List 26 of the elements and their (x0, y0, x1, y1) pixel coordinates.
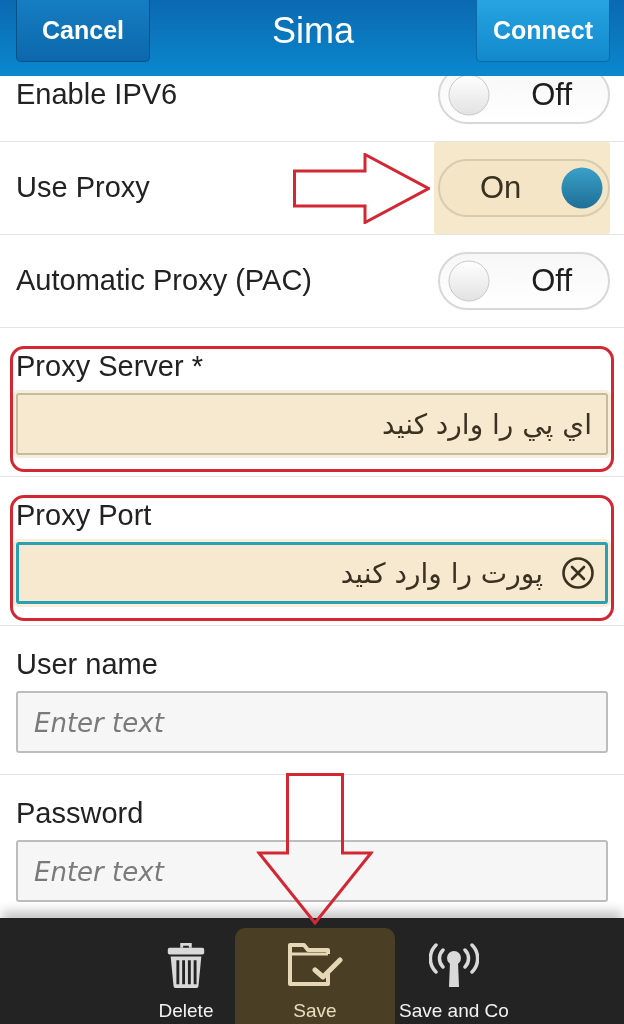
input-field[interactable]: اي پي را وارد كنيد (16, 393, 608, 455)
input-field[interactable]: Enter text (16, 691, 608, 753)
field-label: Password (16, 796, 145, 830)
input-field[interactable]: پورت را وارد كنيد (16, 542, 608, 604)
toggle-switch[interactable]: Off (438, 76, 610, 124)
save-and-connect-button[interactable]: Save and Co (395, 928, 513, 1024)
toggle-knob-icon (448, 260, 490, 302)
setting-label: Use Proxy (16, 170, 151, 206)
clear-icon[interactable] (562, 557, 594, 589)
field-label: Proxy Server * (16, 349, 204, 383)
save-button[interactable]: Save (235, 928, 395, 1024)
input-field[interactable]: Enter text (16, 840, 608, 902)
cancel-button[interactable]: Cancel (16, 0, 150, 62)
field-label: Proxy Port (16, 498, 153, 532)
setting-label: Enable IPV6 (16, 77, 179, 113)
field-label: User name (16, 647, 159, 681)
toggle-knob-icon (561, 167, 603, 209)
antenna-icon (428, 942, 479, 988)
toggle-knob-icon (448, 76, 490, 116)
folder-check-icon (287, 942, 343, 988)
setting-label: Automatic Proxy (PAC) (16, 263, 313, 299)
toggle-switch[interactable]: Off (438, 252, 610, 310)
trash-icon (166, 942, 206, 988)
toggle-switch[interactable]: On (438, 159, 610, 217)
delete-button[interactable]: Delete (137, 928, 235, 1024)
screen-title: Sima (272, 9, 354, 53)
